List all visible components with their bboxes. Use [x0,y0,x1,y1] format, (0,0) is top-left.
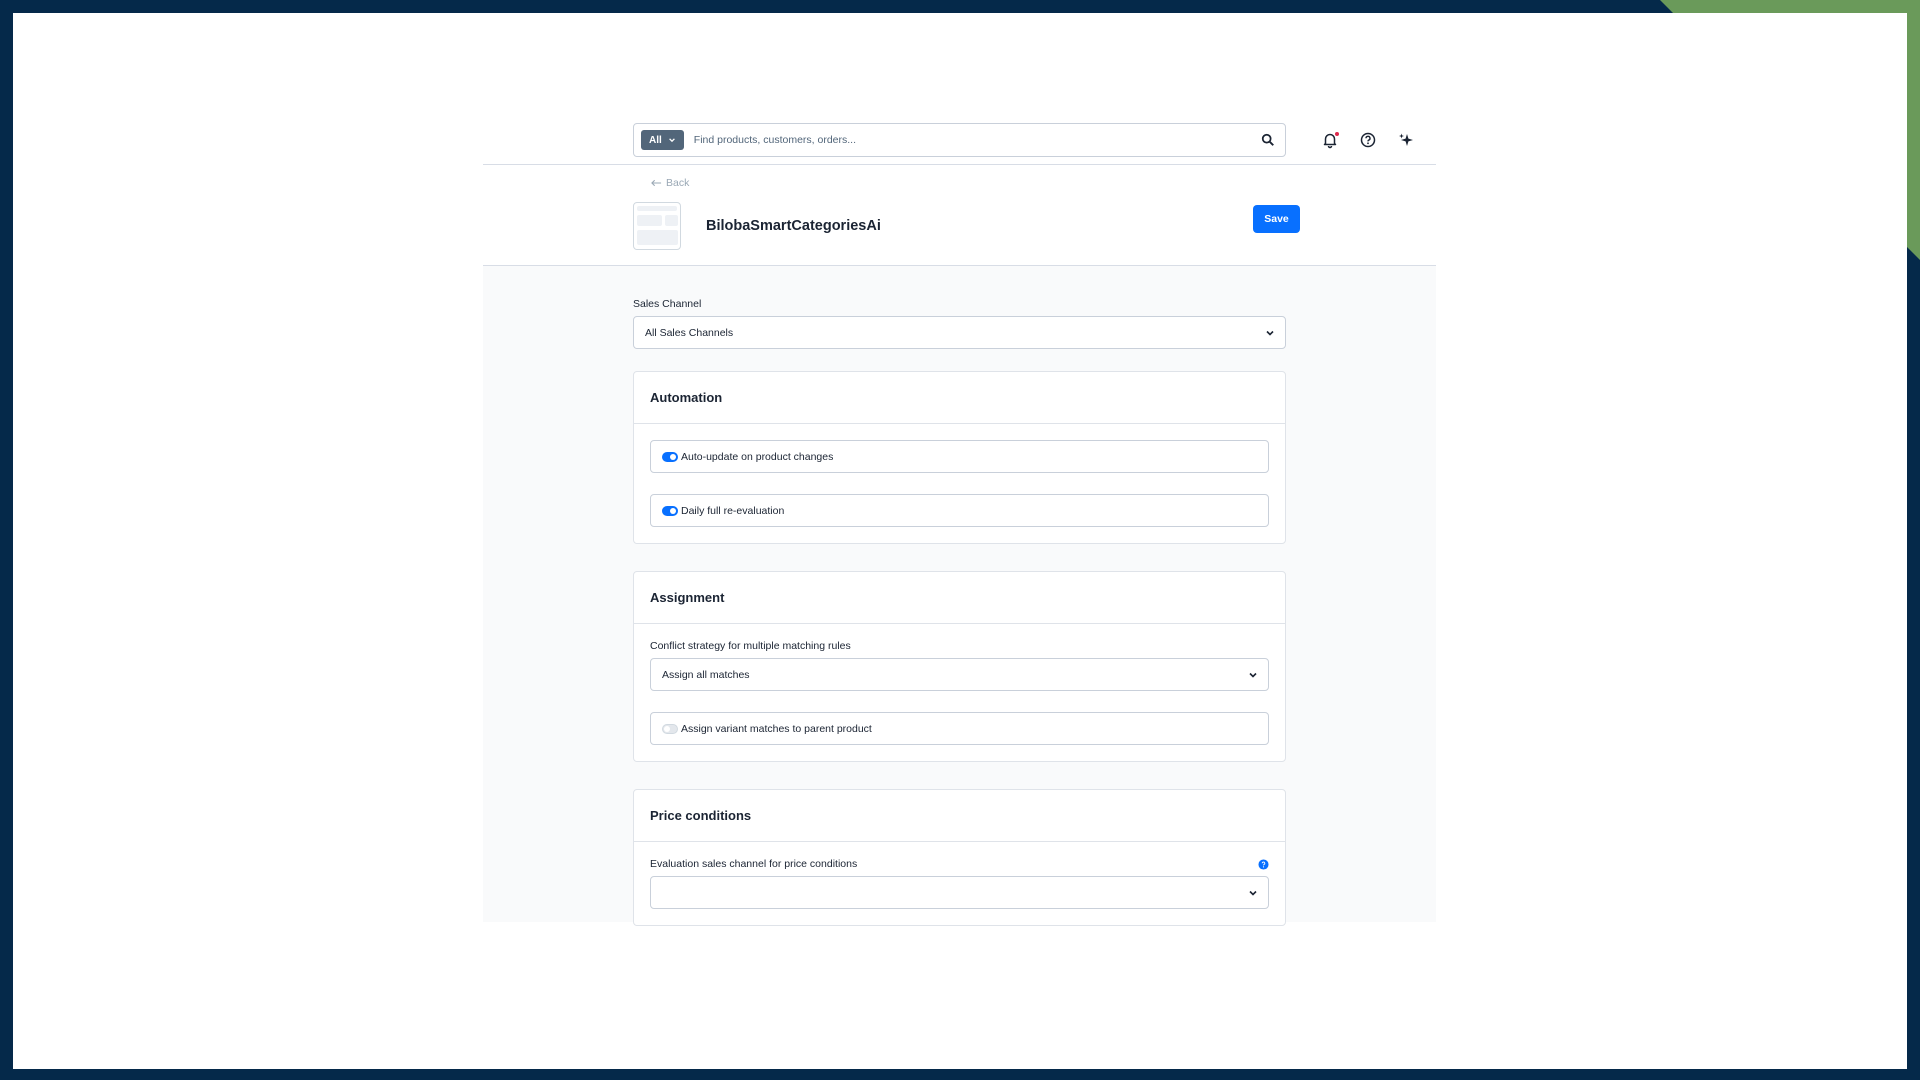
main-content: Sales Channel All Sales Channels Automat… [483,266,1436,926]
conflict-strategy-value: Assign all matches [662,668,750,681]
help-icon[interactable] [1359,131,1377,149]
daily-reevaluation-label: Daily full re-evaluation [681,504,785,517]
assignment-title: Assignment [634,572,1285,624]
help-icon[interactable] [1258,858,1269,870]
automation-title: Automation [634,372,1285,424]
auto-update-switch[interactable] [662,451,678,462]
page-header: Back BilobaSmartCategoriesAi Save [483,165,1436,266]
sales-channel-label: Sales Channel [633,298,702,310]
conflict-strategy-select[interactable]: Assign all matches [650,658,1269,691]
global-search: All [633,123,1286,157]
automation-card: Automation Auto-update on product change… [633,371,1286,544]
auto-update-toggle-row: Auto-update on product changes [650,440,1269,473]
search-scope-label: All [649,134,662,146]
automation-body: Auto-update on product changes Daily ful… [634,424,1285,543]
sparkle-icon[interactable] [1397,131,1415,149]
back-link[interactable]: Back [651,177,689,189]
evaluation-channel-select[interactable] [650,876,1269,909]
chevron-down-icon [1266,330,1274,336]
extension-thumbnail [633,202,681,250]
variant-matches-switch[interactable] [662,723,678,734]
back-label: Back [666,177,690,189]
daily-reevaluation-toggle-row: Daily full re-evaluation [650,494,1269,527]
price-conditions-body: Evaluation sales channel for price condi… [634,842,1285,925]
evaluation-channel-label-row: Evaluation sales channel for price condi… [650,858,1269,870]
sales-channel-select[interactable]: All Sales Channels [633,316,1286,349]
arrow-left-icon [651,179,662,187]
conflict-strategy-label: Conflict strategy for multiple matching … [650,640,851,652]
variant-matches-toggle-row: Assign variant matches to parent product [650,712,1269,745]
variant-matches-label: Assign variant matches to parent product [681,722,872,735]
search-icon[interactable] [1261,133,1275,147]
screen-frame: All Back BilobaSmartCategori [13,13,1907,1069]
assignment-card: Assignment Conflict strategy for multipl… [633,571,1286,762]
save-button[interactable]: Save [1253,205,1300,233]
chevron-down-icon [1249,672,1257,678]
page-title: BilobaSmartCategoriesAi [706,218,881,234]
assignment-body: Conflict strategy for multiple matching … [634,624,1285,761]
chevron-down-icon [668,138,675,143]
auto-update-label: Auto-update on product changes [681,450,834,463]
search-input[interactable] [693,134,1261,146]
evaluation-channel-label: Evaluation sales channel for price condi… [650,858,858,870]
chevron-down-icon [1249,890,1257,896]
price-conditions-title: Price conditions [634,790,1285,842]
sales-channel-value: All Sales Channels [645,326,734,339]
daily-reevaluation-switch[interactable] [662,505,678,516]
admin-app: All Back BilobaSmartCategori [483,108,1436,926]
notification-dot [1335,132,1339,136]
price-conditions-card: Price conditions Evaluation sales channe… [633,789,1286,926]
top-bar: All [483,108,1436,165]
settings-form: Sales Channel All Sales Channels Automat… [633,298,1286,926]
search-scope-button[interactable]: All [641,130,684,150]
